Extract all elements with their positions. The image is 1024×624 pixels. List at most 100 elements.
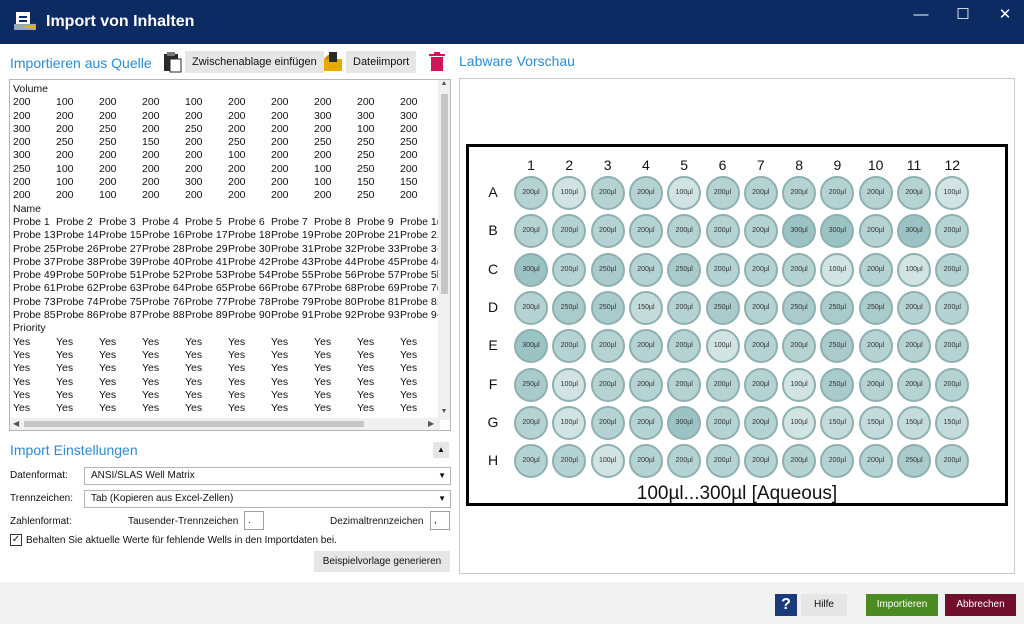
well-A8[interactable]: 200µl (782, 176, 817, 210)
scroll-right-icon[interactable]: ▶ (428, 418, 434, 430)
well-A3[interactable]: 200µl (590, 176, 625, 210)
well-B1[interactable]: 200µl (514, 214, 548, 249)
well-E10[interactable]: 200µl (858, 329, 893, 364)
well-D3[interactable]: 250µl (590, 290, 625, 325)
well-H4[interactable]: 200µl (628, 444, 663, 479)
well-A4[interactable]: 200µl (628, 176, 663, 210)
trash-icon[interactable] (426, 51, 448, 73)
well-C10[interactable]: 200µl (858, 252, 893, 287)
well-G1[interactable]: 200µl (514, 405, 548, 440)
well-E9[interactable]: 250µl (820, 329, 855, 364)
tausender-input[interactable]: . (244, 511, 264, 530)
file-import-icon[interactable] (322, 51, 344, 73)
well-D1[interactable]: 200µl (514, 290, 548, 325)
scroll-down-icon[interactable]: ▼ (438, 408, 450, 415)
keep-values-checkbox[interactable]: ✓ (10, 534, 22, 546)
well-A5[interactable]: 100µl (667, 176, 702, 210)
import-button[interactable]: Importieren (866, 594, 938, 616)
datenformat-select[interactable]: ANSI/SLAS Well Matrix ▼ (84, 467, 451, 485)
well-A10[interactable]: 200µl (858, 176, 893, 210)
well-G5[interactable]: 300µl (667, 405, 702, 440)
trennzeichen-select[interactable]: Tab (Kopieren aus Excel-Zellen) ▼ (84, 490, 451, 508)
well-G2[interactable]: 100µl (552, 405, 587, 440)
dezimal-input[interactable]: , (430, 511, 450, 530)
well-F10[interactable]: 200µl (858, 367, 893, 402)
paste-clipboard-button[interactable]: Zwischenablage einfügen (185, 51, 324, 73)
well-H5[interactable]: 200µl (667, 444, 702, 479)
well-B5[interactable]: 200µl (667, 214, 702, 249)
well-H3[interactable]: 100µl (590, 444, 625, 479)
well-D11[interactable]: 200µl (897, 290, 931, 325)
file-import-button[interactable]: Dateiimport (346, 51, 417, 73)
well-D8[interactable]: 250µl (782, 290, 817, 325)
horizontal-scroll-thumb[interactable] (24, 421, 364, 427)
well-F2[interactable]: 100µl (552, 367, 587, 402)
vertical-scroll-thumb[interactable] (441, 94, 448, 294)
well-A2[interactable]: 100µl (552, 176, 587, 210)
well-F11[interactable]: 200µl (897, 367, 931, 402)
well-A9[interactable]: 200µl (820, 176, 855, 210)
well-A11[interactable]: 200µl (897, 176, 931, 210)
well-C2[interactable]: 200µl (552, 252, 587, 287)
horizontal-scrollbar[interactable]: ◀ ▶ (10, 418, 440, 430)
generate-template-button[interactable]: Beispielvorlage generieren (314, 551, 450, 572)
well-D7[interactable]: 200µl (743, 290, 778, 325)
well-D10[interactable]: 250µl (858, 290, 893, 325)
well-E1[interactable]: 300µl (514, 329, 548, 364)
well-B4[interactable]: 200µl (628, 214, 663, 249)
well-C9[interactable]: 100µl (820, 252, 855, 287)
well-C4[interactable]: 200µl (628, 252, 663, 287)
well-G6[interactable]: 200µl (705, 405, 740, 440)
well-E12[interactable]: 200µl (935, 329, 970, 364)
well-F12[interactable]: 200µl (935, 367, 970, 402)
well-H1[interactable]: 200µl (514, 444, 548, 479)
cancel-button[interactable]: Abbrechen (945, 594, 1016, 616)
close-button[interactable]: ✕ (990, 6, 1020, 24)
collapse-chevron-icon[interactable]: ▲ (433, 442, 449, 458)
well-F6[interactable]: 200µl (705, 367, 740, 402)
well-H6[interactable]: 200µl (705, 444, 740, 479)
well-G4[interactable]: 200µl (628, 405, 663, 440)
well-H12[interactable]: 200µl (935, 444, 970, 479)
maximize-button[interactable]: ☐ (948, 6, 978, 24)
well-H10[interactable]: 200µl (858, 444, 893, 479)
well-F3[interactable]: 200µl (590, 367, 625, 402)
well-B2[interactable]: 200µl (552, 214, 587, 249)
clipboard-icon[interactable] (161, 51, 183, 73)
well-D6[interactable]: 250µl (705, 290, 740, 325)
well-E3[interactable]: 200µl (590, 329, 625, 364)
well-B6[interactable]: 200µl (705, 214, 740, 249)
well-F5[interactable]: 200µl (667, 367, 702, 402)
well-G9[interactable]: 150µl (820, 405, 855, 440)
well-B7[interactable]: 200µl (743, 214, 778, 249)
well-D2[interactable]: 250µl (552, 290, 587, 325)
scroll-left-icon[interactable]: ◀ (13, 418, 19, 430)
well-D4[interactable]: 150µl (628, 290, 663, 325)
well-H2[interactable]: 200µl (552, 444, 587, 479)
well-C5[interactable]: 250µl (667, 252, 702, 287)
well-C11[interactable]: 100µl (897, 252, 931, 287)
help-icon[interactable]: ? (775, 594, 797, 616)
well-E2[interactable]: 200µl (552, 329, 587, 364)
well-G8[interactable]: 100µl (782, 405, 817, 440)
well-F1[interactable]: 250µl (514, 367, 548, 402)
well-H9[interactable]: 200µl (820, 444, 855, 479)
well-C7[interactable]: 200µl (743, 252, 778, 287)
well-A6[interactable]: 200µl (705, 176, 740, 210)
well-H7[interactable]: 200µl (743, 444, 778, 479)
well-E5[interactable]: 200µl (667, 329, 702, 364)
well-D5[interactable]: 200µl (667, 290, 702, 325)
well-H8[interactable]: 200µl (782, 444, 817, 479)
well-C6[interactable]: 200µl (705, 252, 740, 287)
well-F9[interactable]: 250µl (820, 367, 855, 402)
scroll-up-icon[interactable]: ▲ (438, 80, 450, 87)
well-F7[interactable]: 200µl (743, 367, 778, 402)
well-C3[interactable]: 250µl (590, 252, 625, 287)
well-D12[interactable]: 200µl (935, 290, 970, 325)
well-F8[interactable]: 100µl (782, 367, 817, 402)
well-B10[interactable]: 200µl (858, 214, 893, 249)
well-B12[interactable]: 200µl (935, 214, 970, 249)
well-C8[interactable]: 200µl (782, 252, 817, 287)
well-G3[interactable]: 200µl (590, 405, 625, 440)
vertical-scrollbar[interactable]: ▲ ▼ (438, 80, 450, 420)
